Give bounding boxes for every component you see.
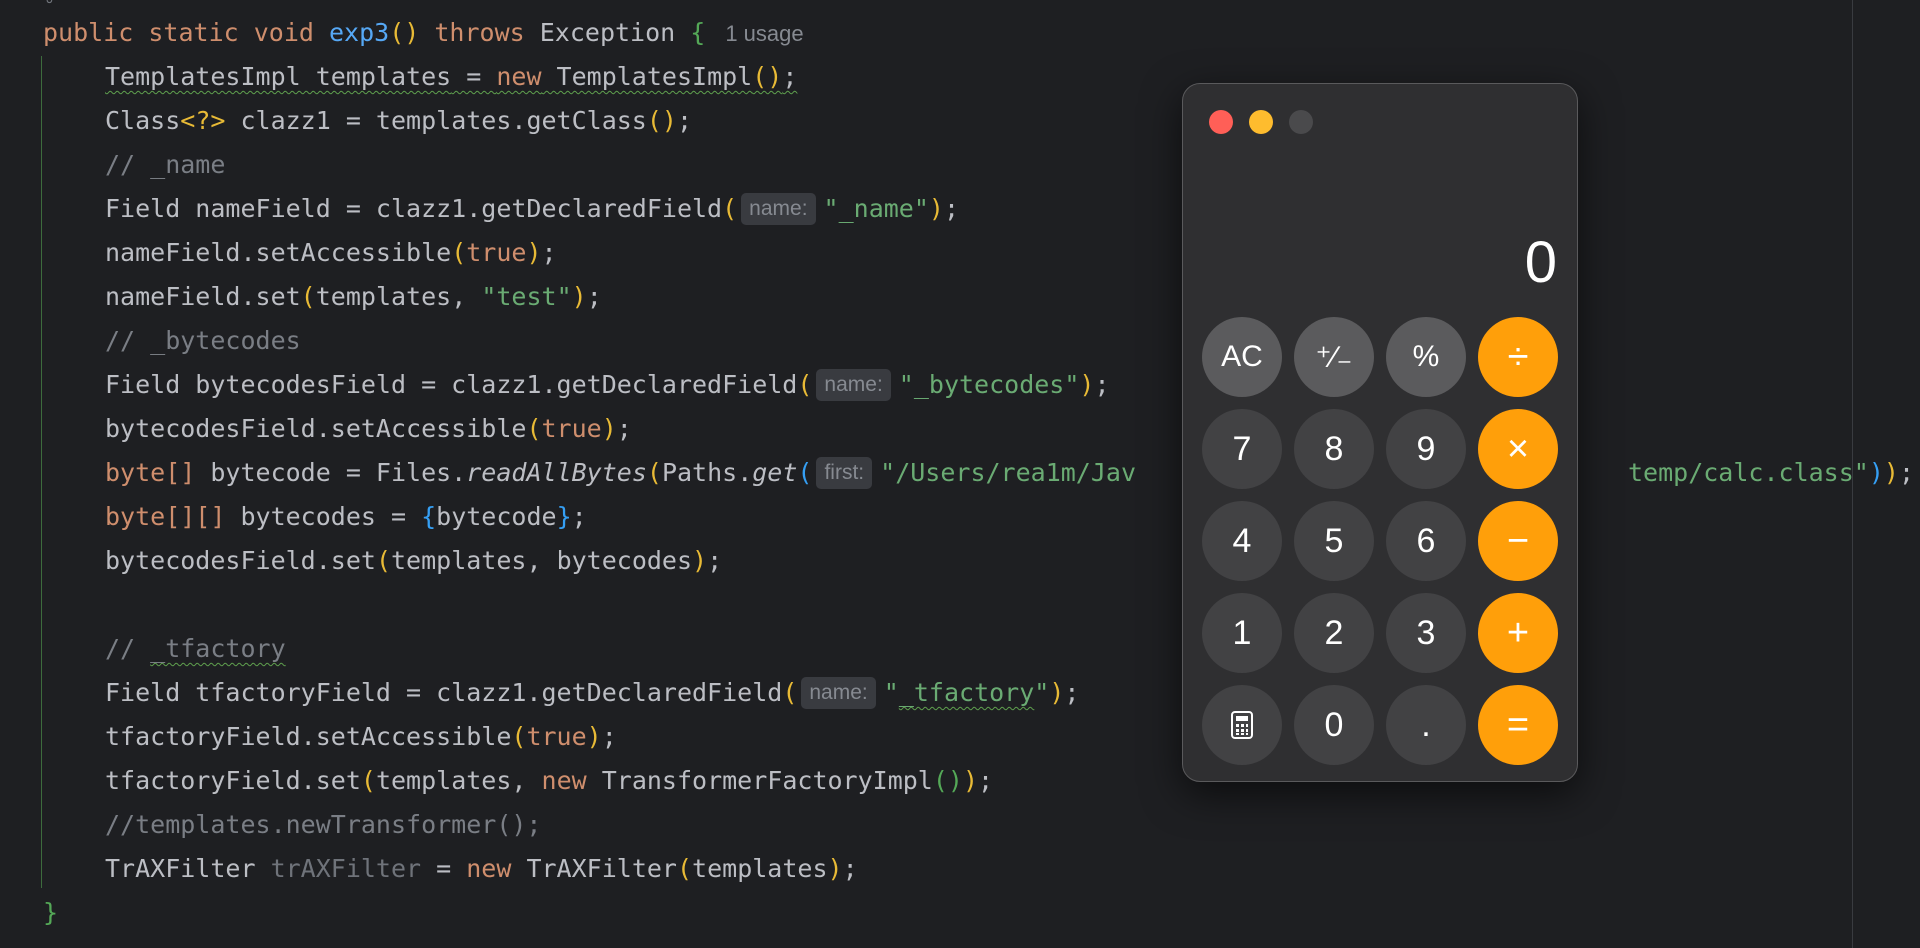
key-1-button[interactable]: 1 bbox=[1202, 593, 1282, 673]
code-line-18[interactable]: TrAXFilter trAXFilter = new TrAXFilter(t… bbox=[105, 847, 858, 891]
key-add-button[interactable]: + bbox=[1478, 593, 1558, 673]
code-line-1[interactable]: TemplatesImpl templates = new TemplatesI… bbox=[105, 55, 797, 99]
key-calculator-mode-button[interactable] bbox=[1202, 685, 1282, 765]
code-line-10[interactable]: byte[] bytecode = Files.readAllBytes(Pat… bbox=[105, 451, 1136, 495]
gutter-icon: ∘ bbox=[44, 0, 55, 11]
code-comment-new-transformer: //templates.newTransformer(); bbox=[105, 810, 542, 839]
code-comment-tfactory: // _tfactory bbox=[105, 634, 286, 663]
key-divide-button[interactable]: ÷ bbox=[1478, 317, 1558, 397]
code-editor[interactable]: ∘ public static void exp3() throws Excep… bbox=[0, 0, 1920, 948]
key-plus-minus-button[interactable]: ⁺∕₋ bbox=[1294, 317, 1374, 397]
key-6-button[interactable]: 6 bbox=[1386, 501, 1466, 581]
calculator-window[interactable]: 0 AC ⁺∕₋% ÷ 7 8 9 × 4 5 6− 1 2 3 +0. = bbox=[1182, 83, 1578, 782]
key-decimal-button[interactable]: . bbox=[1386, 685, 1466, 765]
code-line-5[interactable]: nameField.setAccessible(true); bbox=[105, 231, 557, 275]
scope-indent-guide bbox=[41, 56, 42, 888]
calculator-icon bbox=[1231, 711, 1253, 739]
calculator-keypad: AC ⁺∕₋% ÷ 7 8 9 × 4 5 6− 1 2 3 +0. = bbox=[1202, 317, 1558, 765]
code-line-10-tail[interactable]: temp/calc.class")); bbox=[1628, 451, 1914, 495]
param-hint: first: bbox=[816, 457, 873, 489]
key-5-button[interactable]: 5 bbox=[1294, 501, 1374, 581]
key-0-button[interactable]: 0 bbox=[1294, 685, 1374, 765]
key-8-button[interactable]: 8 bbox=[1294, 409, 1374, 489]
code-line-15[interactable]: tfactoryField.setAccessible(true); bbox=[105, 715, 617, 759]
code-line-12[interactable]: bytecodesField.set(templates, bytecodes)… bbox=[105, 539, 722, 583]
code-line-11[interactable]: byte[][] bytecodes = {bytecode}; bbox=[105, 495, 587, 539]
key-percent-button[interactable]: % bbox=[1386, 317, 1466, 397]
code-comment-bytecodes: // _bytecodes bbox=[105, 326, 301, 355]
minimize-window-button[interactable] bbox=[1249, 110, 1273, 134]
code-comment-name: // _name bbox=[105, 150, 226, 179]
code-line-2[interactable]: Class<?> clazz1 = templates.getClass(); bbox=[105, 99, 692, 143]
key-9-button[interactable]: 9 bbox=[1386, 409, 1466, 489]
method-signature-line[interactable]: public static void exp3() throws Excepti… bbox=[43, 11, 804, 55]
closing-brace: } bbox=[43, 898, 59, 927]
param-hint: name: bbox=[741, 193, 816, 225]
code-line-8[interactable]: Field bytecodesField = clazz1.getDeclare… bbox=[105, 363, 1110, 407]
key-ac-button[interactable]: AC bbox=[1202, 317, 1282, 397]
key-equals-button[interactable]: = bbox=[1478, 685, 1558, 765]
key-7-button[interactable]: 7 bbox=[1202, 409, 1282, 489]
code-line-16[interactable]: tfactoryField.set(templates, new Transfo… bbox=[105, 759, 993, 803]
key-4-button[interactable]: 4 bbox=[1202, 501, 1282, 581]
usage-count-hint[interactable]: 1 usage bbox=[725, 21, 803, 46]
key-multiply-button[interactable]: × bbox=[1478, 409, 1558, 489]
key-subtract-button[interactable]: − bbox=[1478, 501, 1558, 581]
calculator-display: 0 bbox=[1524, 230, 1557, 295]
method-name[interactable]: exp3 bbox=[329, 18, 389, 47]
param-hint: name: bbox=[801, 677, 876, 709]
key-2-button[interactable]: 2 bbox=[1294, 593, 1374, 673]
zoom-window-button-disabled bbox=[1289, 110, 1313, 134]
close-window-button[interactable] bbox=[1209, 110, 1233, 134]
key-3-button[interactable]: 3 bbox=[1386, 593, 1466, 673]
code-line-6[interactable]: nameField.set(templates, "test"); bbox=[105, 275, 602, 319]
param-hint: name: bbox=[816, 369, 891, 401]
code-line-4[interactable]: Field nameField = clazz1.getDeclaredFiel… bbox=[105, 187, 959, 231]
code-line-9[interactable]: bytecodesField.setAccessible(true); bbox=[105, 407, 632, 451]
code-line-14[interactable]: Field tfactoryField = clazz1.getDeclared… bbox=[105, 671, 1079, 715]
